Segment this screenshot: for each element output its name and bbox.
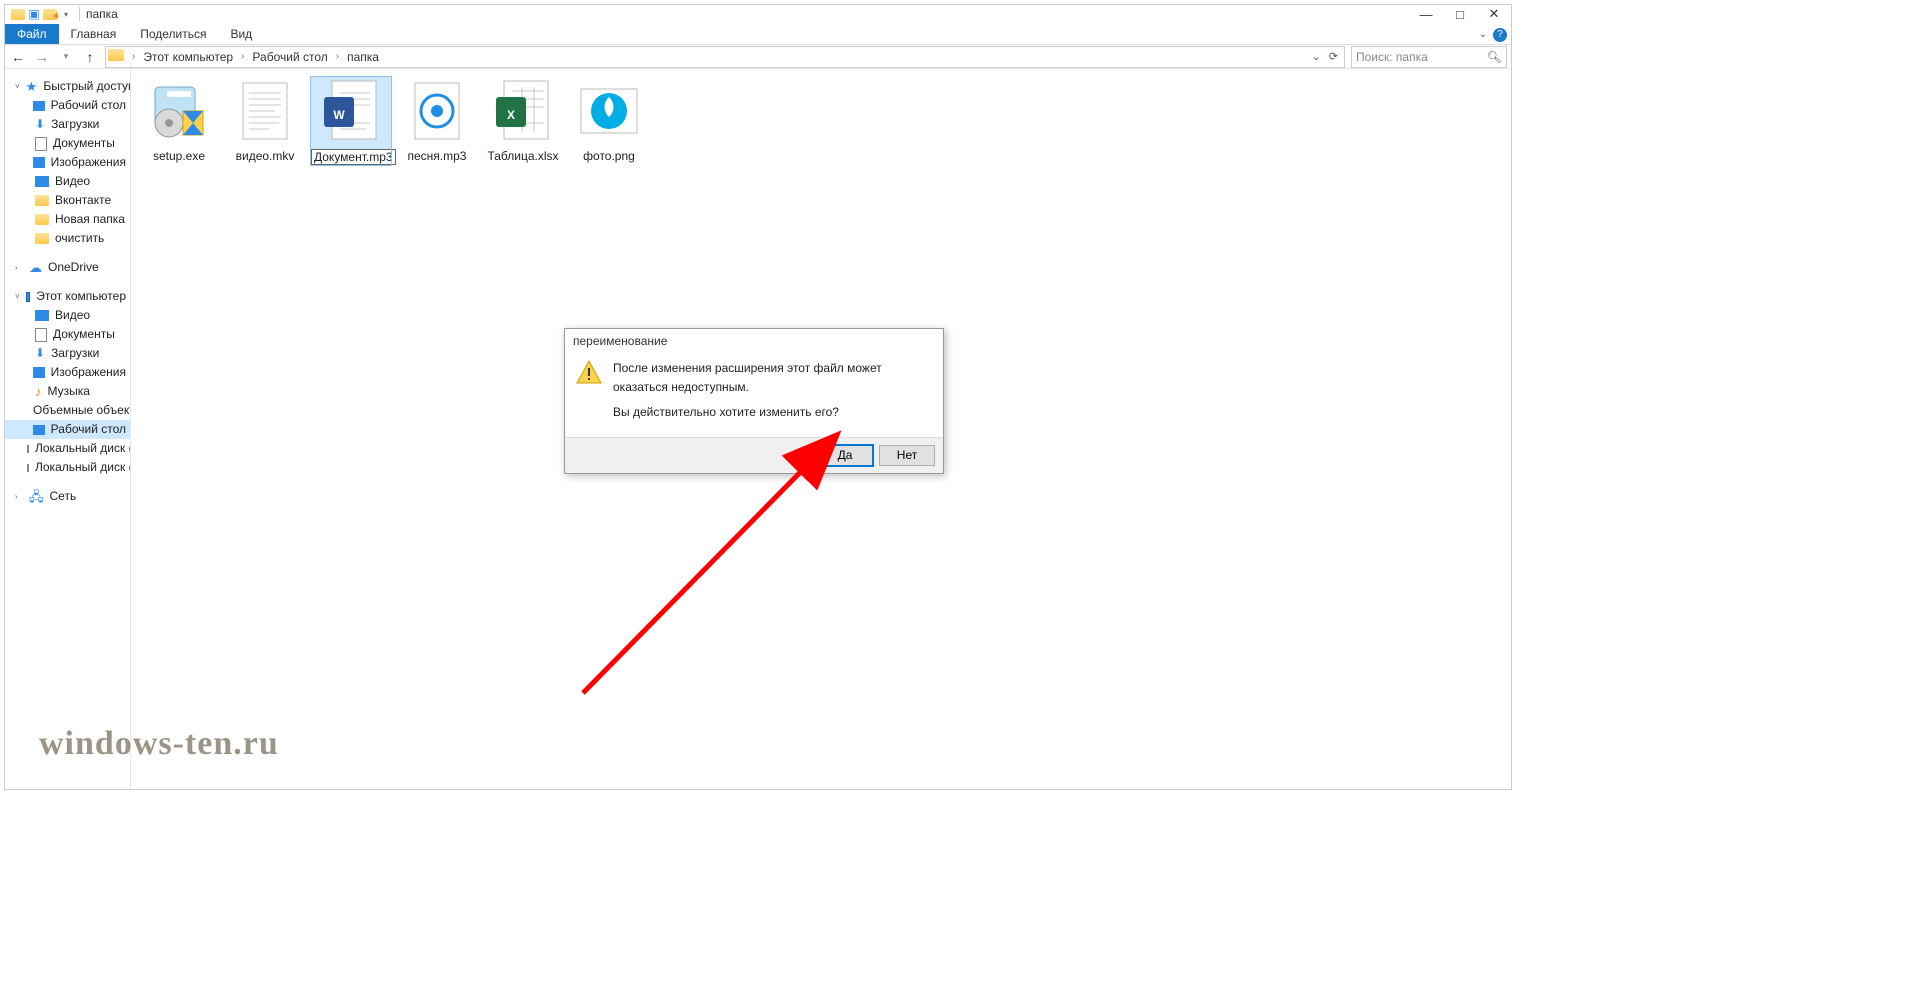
sidebar-item-desktop[interactable]: Рабочий стол — [5, 96, 130, 115]
chevron-right-icon[interactable]: › — [332, 51, 343, 62]
recent-dropdown[interactable]: ▾ — [57, 51, 75, 62]
file-item[interactable]: фото.png — [569, 77, 649, 165]
file-label: setup.exe — [139, 149, 219, 163]
file-item[interactable]: X Таблица.xlsx — [483, 77, 563, 165]
file-label-editing[interactable]: Документ.mp3 — [311, 149, 396, 165]
tab-home[interactable]: Главная — [59, 24, 129, 44]
sidebar-item-videos[interactable]: Видео — [5, 172, 130, 191]
no-button[interactable]: Нет — [879, 445, 935, 466]
sidebar-item-desktop[interactable]: Рабочий стол — [5, 420, 130, 439]
sidebar-item-3dobjects[interactable]: Объемные объекты — [5, 401, 130, 420]
up-button[interactable]: ↑ — [81, 49, 99, 65]
rename-confirm-dialog: переименование После изменения расширени… — [564, 328, 944, 474]
dialog-question: Вы действительно хотите изменить его? — [613, 403, 933, 422]
address-right-controls: ⌄ ⟳ — [1308, 50, 1344, 63]
svg-text:W: W — [333, 108, 345, 122]
properties-icon[interactable]: ▣ — [27, 7, 41, 21]
text-file-icon — [231, 77, 299, 145]
sidebar-item-drive[interactable]: Локальный диск (C — [5, 439, 130, 458]
file-label: Таблица.xlsx — [483, 149, 563, 163]
installer-icon — [145, 77, 213, 145]
breadcrumb-segment[interactable]: Рабочий стол — [252, 50, 327, 64]
folder-icon — [108, 49, 124, 65]
ribbon: Файл Главная Поделиться Вид ⌄ ? — [5, 23, 1511, 45]
sidebar-item-documents[interactable]: Документы — [5, 325, 130, 344]
close-button[interactable]: ✕ — [1477, 5, 1511, 23]
sidebar-item-pictures[interactable]: Изображения — [5, 363, 130, 382]
breadcrumb-segment[interactable]: папка — [347, 50, 379, 64]
qat-dropdown-icon[interactable]: ▾ — [59, 7, 73, 21]
warning-icon — [575, 359, 603, 387]
new-folder-icon[interactable]: ✶ — [43, 7, 57, 21]
address-dropdown-icon[interactable]: ⌄ — [1308, 50, 1325, 63]
tab-share[interactable]: Поделиться — [128, 24, 218, 44]
watermark-text: windows-ten.ru — [39, 725, 279, 763]
address-bar[interactable]: › Этот компьютер › Рабочий стол › папка … — [105, 46, 1345, 68]
minimize-button[interactable]: — — [1409, 5, 1443, 23]
sidebar-item-folder[interactable]: очистить — [5, 229, 130, 248]
forward-button[interactable]: → — [33, 49, 51, 65]
file-item[interactable]: setup.exe — [139, 77, 219, 165]
explorer-window: ▣ ✶ ▾ папка — □ ✕ Файл Главная Поделитьс… — [4, 4, 1512, 790]
excel-file-icon: X — [489, 77, 557, 145]
sidebar-item-music[interactable]: ♪Музыка — [5, 382, 130, 401]
navigation-pane: ˅★Быстрый доступ Рабочий стол ⬇Загрузки … — [5, 69, 131, 789]
breadcrumb-segment[interactable]: Этот компьютер — [143, 50, 233, 64]
file-item[interactable]: видео.mkv — [225, 77, 305, 165]
chevron-right-icon[interactable]: › — [237, 51, 248, 62]
dialog-text: После изменения расширения этот файл мож… — [613, 359, 933, 423]
file-label: видео.mkv — [225, 149, 305, 163]
dialog-title: переименование — [565, 329, 943, 353]
back-button[interactable]: ← — [9, 49, 27, 65]
image-file-icon — [575, 77, 643, 145]
sidebar-item-documents[interactable]: Документы — [5, 134, 130, 153]
maximize-button[interactable]: □ — [1443, 5, 1477, 23]
search-icon: 🔍︎ — [1487, 50, 1502, 64]
file-tab[interactable]: Файл — [5, 24, 59, 44]
sidebar-onedrive[interactable]: ›☁OneDrive — [5, 258, 130, 277]
file-label: фото.png — [569, 149, 649, 163]
folder-icon — [11, 7, 25, 21]
sidebar-network[interactable]: ›🖧Сеть — [5, 487, 130, 506]
window-controls: — □ ✕ — [1409, 5, 1511, 23]
file-label: песня.mp3 — [397, 149, 477, 163]
expand-ribbon-icon[interactable]: ⌄ — [1479, 29, 1487, 40]
help-icon[interactable]: ? — [1493, 28, 1507, 42]
search-placeholder: Поиск: папка — [1356, 50, 1428, 64]
file-list: setup.exe видео.mkv W Документ.mp3 — [139, 77, 1503, 165]
quick-access-toolbar: ▣ ✶ ▾ — [11, 7, 73, 21]
sidebar-item-drive[interactable]: Локальный диск (D — [5, 458, 130, 477]
title-bar: ▣ ✶ ▾ папка — □ ✕ — [5, 5, 1511, 23]
sidebar-this-pc[interactable]: ˅Этот компьютер — [5, 287, 130, 306]
svg-text:X: X — [507, 108, 515, 122]
refresh-icon[interactable]: ⟳ — [1325, 50, 1342, 63]
word-file-icon: W — [317, 77, 385, 145]
tab-view[interactable]: Вид — [218, 24, 264, 44]
file-item-selected[interactable]: W Документ.mp3 — [311, 77, 391, 165]
sidebar-quick-access[interactable]: ˅★Быстрый доступ — [5, 77, 130, 96]
sidebar-item-videos[interactable]: Видео — [5, 306, 130, 325]
sidebar-item-downloads[interactable]: ⬇Загрузки — [5, 344, 130, 363]
yes-button[interactable]: Да — [817, 445, 873, 466]
audio-file-icon — [403, 77, 471, 145]
window-title: папка — [86, 7, 118, 21]
file-item[interactable]: песня.mp3 — [397, 77, 477, 165]
dialog-footer: Да Нет — [565, 437, 943, 473]
address-bar-row: ← → ▾ ↑ › Этот компьютер › Рабочий стол … — [5, 45, 1511, 69]
sidebar-item-downloads[interactable]: ⬇Загрузки — [5, 115, 130, 134]
search-input[interactable]: Поиск: папка 🔍︎ — [1351, 46, 1507, 68]
sidebar-item-folder[interactable]: Вконтакте — [5, 191, 130, 210]
sidebar-item-folder[interactable]: Новая папка — [5, 210, 130, 229]
dialog-message: После изменения расширения этот файл мож… — [613, 359, 933, 397]
chevron-right-icon[interactable]: › — [128, 51, 139, 62]
sidebar-item-pictures[interactable]: Изображения — [5, 153, 130, 172]
